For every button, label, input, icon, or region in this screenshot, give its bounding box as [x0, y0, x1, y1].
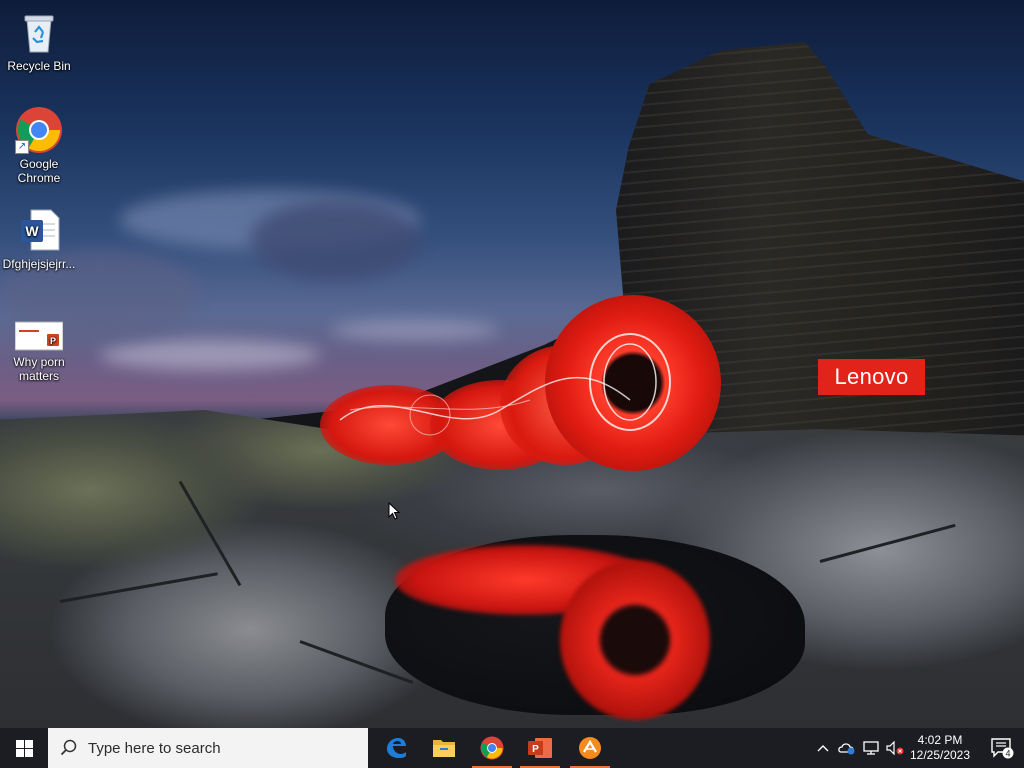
tray-show-hidden-icons[interactable] — [812, 728, 834, 768]
notification-icon: 4 — [991, 738, 1014, 759]
clock-time: 4:02 PM — [917, 733, 963, 747]
desktop-icon-powerpoint-file[interactable]: P Why porn matters — [0, 320, 78, 383]
chrome-icon — [480, 736, 504, 760]
taskbar-orange-app[interactable] — [566, 728, 614, 768]
desktop-icon-recycle-bin[interactable]: Recycle Bin — [0, 8, 78, 73]
taskbar-file-explorer[interactable] — [420, 728, 468, 768]
chevron-up-icon — [817, 745, 829, 752]
tray-onedrive[interactable] — [836, 728, 858, 768]
svg-text:P: P — [532, 744, 539, 755]
wallpaper-cloud — [250, 200, 420, 280]
onedrive-status-icon — [838, 743, 855, 755]
desktop-icon-label: Recycle Bin — [7, 59, 71, 73]
file-explorer-icon — [433, 740, 455, 757]
shortcut-arrow-icon: ↗ — [15, 140, 29, 154]
light-streaks — [339, 333, 671, 436]
clock-date: 12/25/2023 — [909, 748, 971, 762]
taskbar-powerpoint[interactable]: P — [516, 728, 564, 768]
desktop-icon-google-chrome[interactable]: ↗ Google Chrome — [0, 106, 78, 185]
tray-volume[interactable] — [884, 728, 906, 768]
notification-count: 4 — [1005, 749, 1010, 759]
taskbar-search-box[interactable]: Type here to search — [48, 728, 368, 768]
powerpoint-icon: P — [528, 738, 552, 758]
desktop-wallpaper[interactable]: Lenovo — [0, 0, 1024, 728]
start-button[interactable] — [0, 728, 48, 768]
desktop-icon-label: Google Chrome — [17, 157, 61, 185]
svg-text:W: W — [25, 223, 39, 239]
tray-network[interactable] — [860, 728, 882, 768]
taskbar-edge[interactable] — [372, 728, 420, 768]
wallpaper-cloud — [100, 340, 320, 370]
action-center-button[interactable]: 4 — [980, 728, 1024, 768]
taskbar: Type here to search P 4:02 PM 12/25/2023… — [0, 728, 1024, 768]
volume-muted-icon — [886, 741, 904, 755]
chrome-icon: ↗ — [15, 106, 63, 154]
word-document-icon: W — [15, 206, 63, 254]
desktop-icon-label: Why porn matters — [13, 355, 65, 383]
desktop-icon-word-document[interactable]: W Dfghjejsjejrr... — [0, 206, 78, 271]
network-icon — [863, 741, 879, 755]
recycle-bin-icon — [15, 8, 63, 56]
mouse-cursor-icon — [388, 502, 400, 520]
light-reflection — [560, 560, 710, 720]
taskbar-chrome[interactable] — [468, 728, 516, 768]
orange-app-icon — [579, 737, 601, 759]
edge-icon — [387, 738, 406, 758]
powerpoint-presentation-icon: P — [14, 320, 64, 352]
svg-text:P: P — [50, 336, 56, 346]
windows-logo-icon — [15, 739, 33, 757]
search-placeholder: Type here to search — [88, 739, 221, 757]
search-icon — [60, 739, 77, 756]
tray-clock[interactable]: 4:02 PM 12/25/2023 — [904, 728, 976, 768]
lenovo-logo: Lenovo — [818, 359, 925, 395]
desktop-icon-label: Dfghjejsjejrr... — [2, 257, 76, 271]
